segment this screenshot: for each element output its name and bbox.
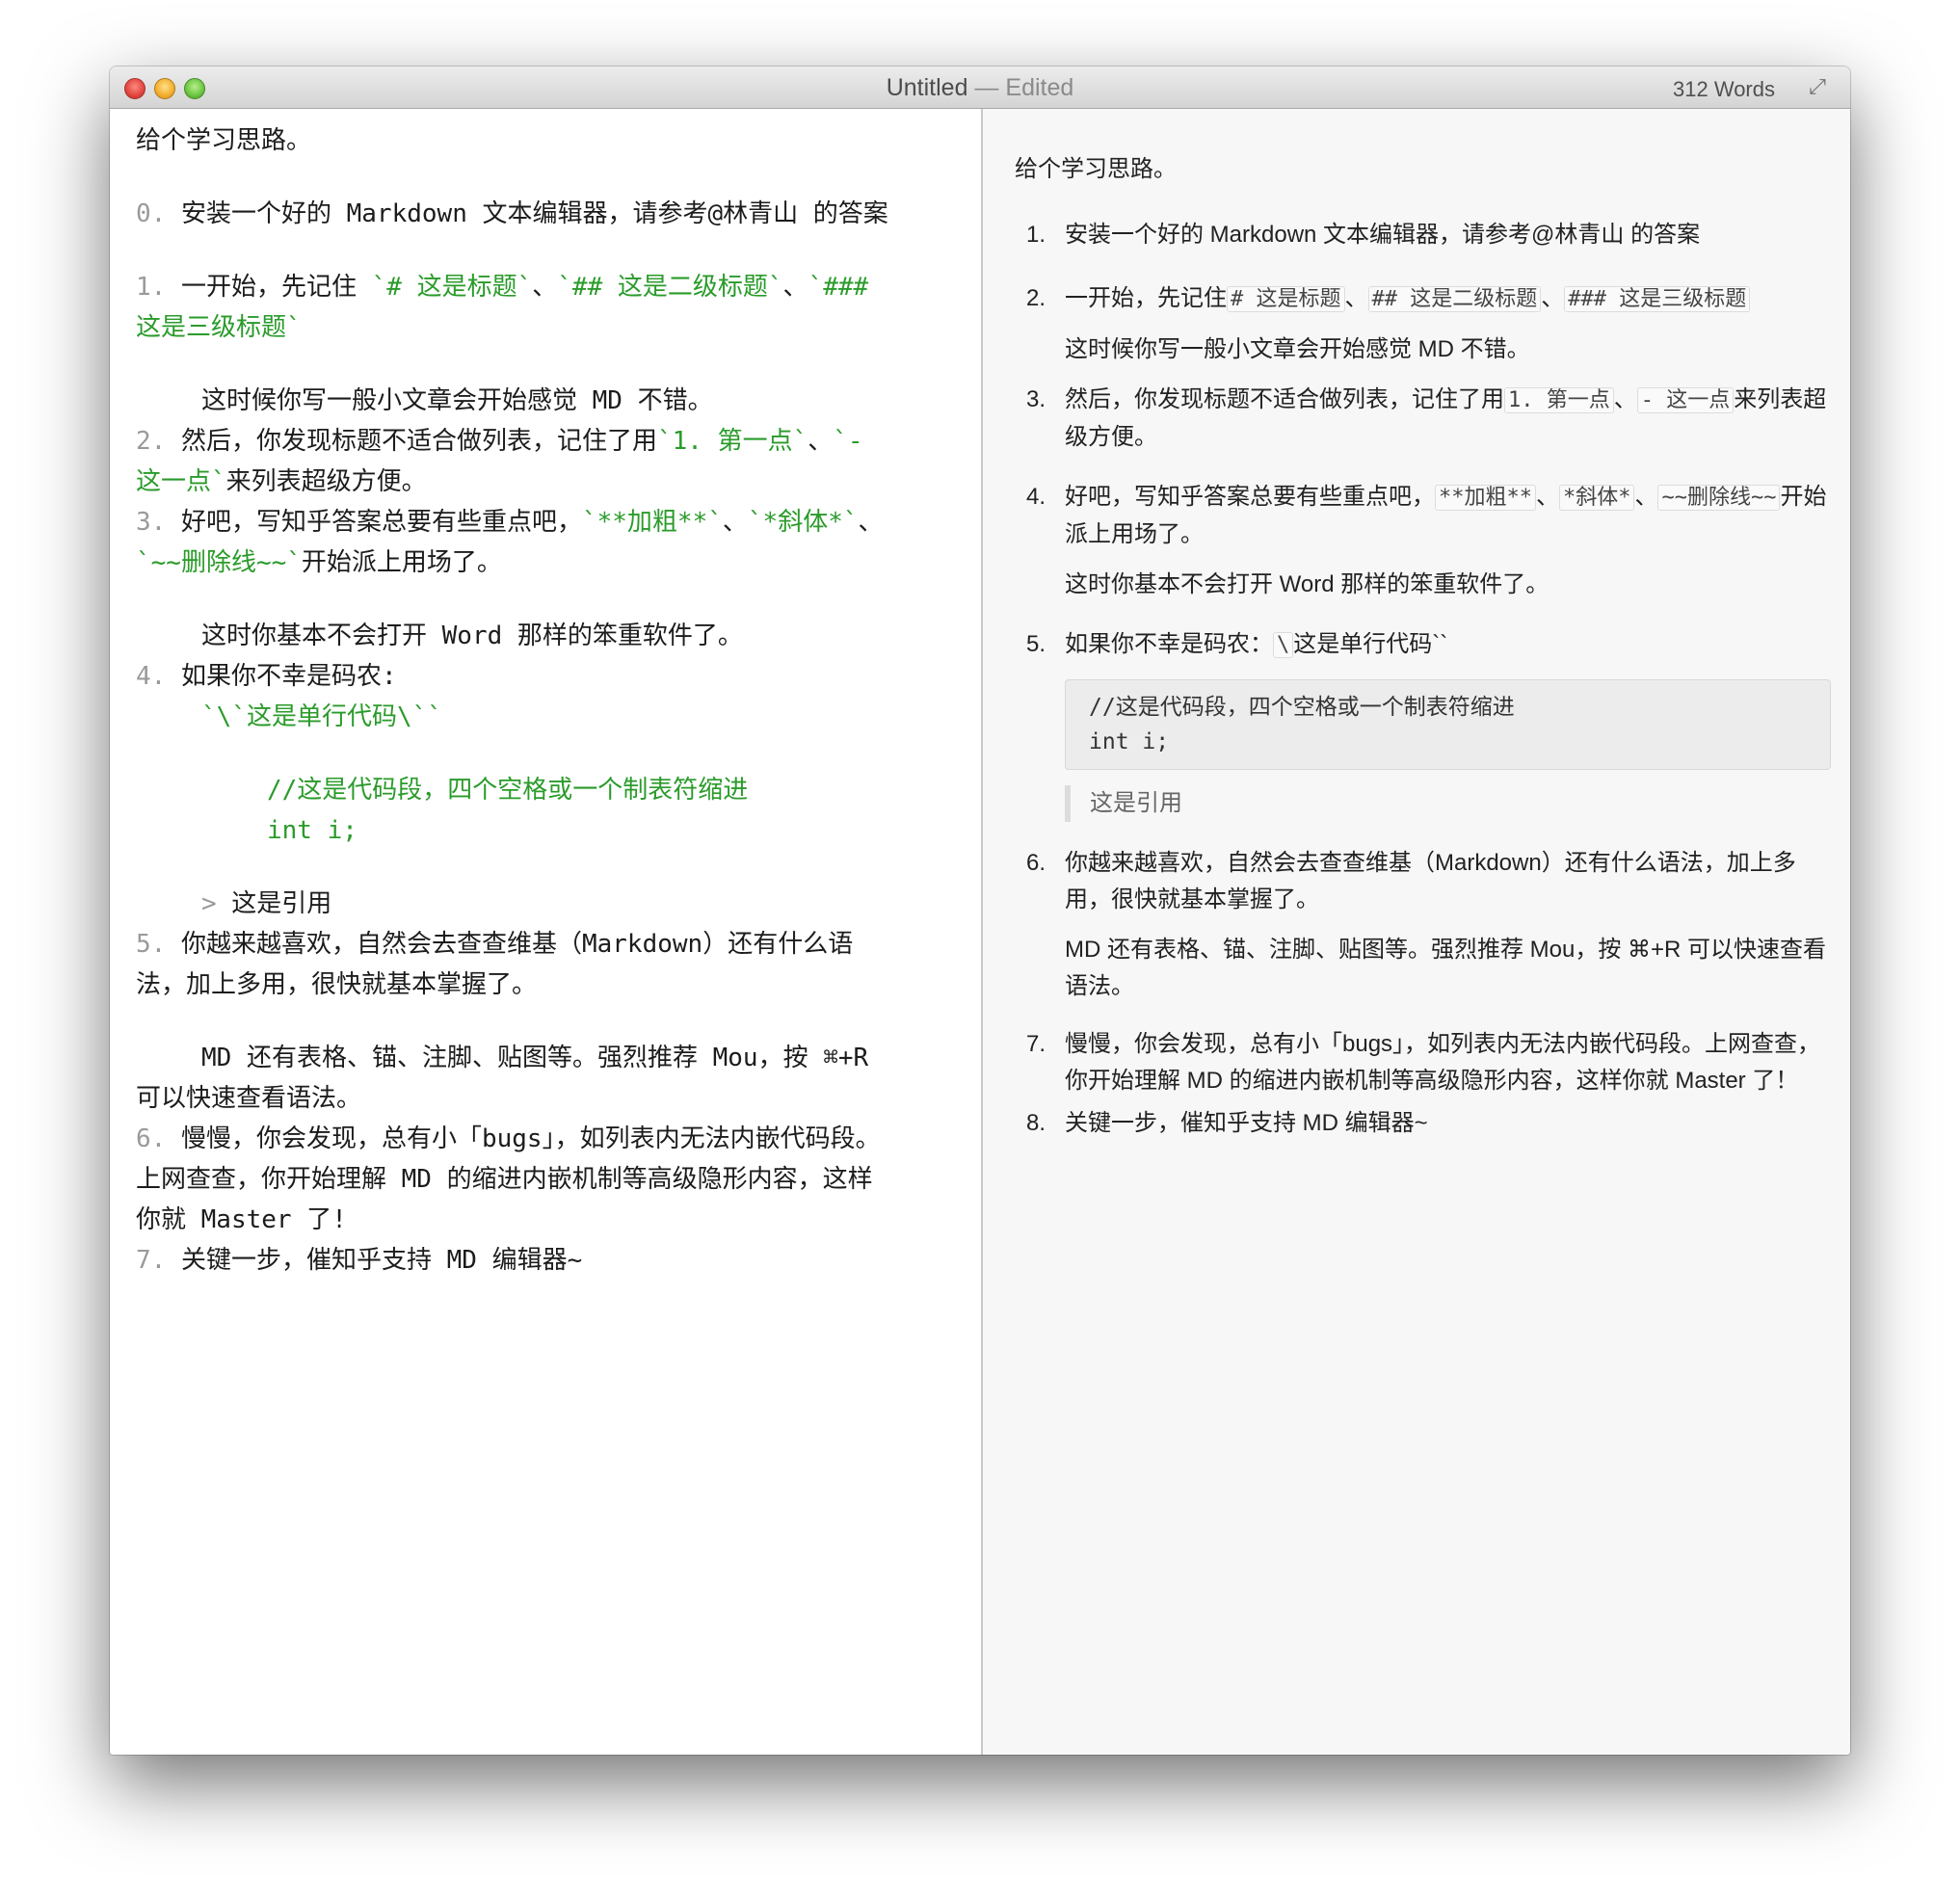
list-item: 8. 关键一步，催知乎支持 MD 编辑器~ (1026, 1110, 1428, 1136)
list-item: 7. 慢慢，你会发现，总有小「bugs」，如列表内无法内嵌代码段。上网查查，你开始… (1026, 1031, 1821, 1094)
editor-line: 这时你基本不会打开 Word 那样的笨重软件了。 (201, 621, 743, 650)
word-count: 312 Words (1673, 77, 1775, 101)
document-name: Untitled (886, 74, 968, 101)
code-block: //这是代码段，四个空格或一个制表符缩进 int i; (1065, 679, 1831, 770)
rendered-preview: 给个学习思路。 1. 安装一个好的 Markdown 文本编辑器，请参考@林青山 … (983, 109, 1850, 1755)
editor-line: 5. 你越来越喜欢，自然会去查查维基（Markdown）还有什么语 (136, 930, 854, 959)
title-separator: — (967, 74, 1006, 101)
title-bar: Untitled — Edited 312 Words ⤢ (110, 66, 1850, 109)
editor-line: 这时候你写一般小文章会开始感觉 MD 不错。 (201, 386, 713, 415)
list-paragraph: 这时你基本不会打开 Word 那样的笨重软件了。 (1065, 571, 1549, 597)
editor-line: 这一点`来列表超级方便。 (136, 467, 427, 496)
list-item: 3. 然后，你发现标题不适合做列表，记住了用 1. 第一点、 - 这一点 来列表超级方便… (1026, 386, 1827, 450)
editor-line: 4. 如果你不幸是码农: (136, 662, 397, 691)
editor-line: 你就 Master 了! (136, 1205, 347, 1234)
editor-line: 1. 一开始，先记住 `# 这是标题`、`## 这是二级标题`、`### (136, 273, 869, 302)
mou-window: Untitled — Edited 312 Words ⤢ 给个学习思路。 0.… (110, 66, 1850, 1755)
editor-line: 6. 慢慢，你会发现，总有小「bugs」，如列表内无法内嵌代码段。 (136, 1124, 881, 1153)
fullscreen-icon[interactable]: ⤢ (1804, 74, 1831, 101)
editor-line: 给个学习思路。 (136, 126, 312, 155)
editor-line: 7. 关键一步，催知乎支持 MD 编辑器~ (136, 1246, 583, 1275)
editor-line: 3. 好吧，写知乎答案总要有些重点吧，`**加粗**`、`*斜体*`、 (136, 508, 884, 537)
code-line: //这是代码段，四个空格或一个制表符缩进 (1089, 695, 1515, 720)
list-item: 6. 你越来越喜欢，自然会去查查维基（Markdown）还有什么语法，加上多用，很… (1026, 850, 1796, 912)
markdown-editor[interactable]: 给个学习思路。 0. 安装一个好的 Markdown 文本编辑器，请参考@林青山… (110, 109, 983, 1755)
list-item: 1. 安装一个好的 Markdown 文本编辑器，请参考@林青山 的答案 (1026, 222, 1701, 248)
list-item: 2. 一开始，先记住 # 这是标题、 ## 这是二级标题、 ### 这是三级标题 (1015, 280, 1831, 318)
blockquote: 这是引用 (1065, 785, 1831, 822)
code-line: int i; (1089, 729, 1170, 754)
editor-line: > 这是引用 (201, 889, 332, 918)
editor-line: 可以快速查看语法。 (136, 1084, 362, 1113)
editor-line: 上网查查，你开始理解 MD 的缩进内嵌机制等高级隐形内容，这样 (136, 1165, 873, 1194)
editor-line: `~~删除线~~`开始派上用场了。 (136, 548, 502, 577)
editor-line: 这是三级标题` (136, 313, 302, 342)
list-item: 5. 如果你不幸是码农： \ 这是单行代码`` (1026, 631, 1448, 658)
editor-line: 2. 然后，你发现标题不适合做列表，记住了用`1. 第一点`、`- (136, 427, 863, 456)
editor-line: `\`这是单行代码\`` (201, 702, 442, 731)
list-item: 4. 好吧，写知乎答案总要有些重点吧， **加粗**、 *斜体*、 ~~删除线~~ 开始派… (1026, 484, 1827, 547)
list-paragraph: MD 还有表格、锚、注脚、贴图等。强烈推荐 Mou，按 ⌘+R 可以快速查看语法… (1065, 937, 1827, 999)
preview-intro: 给个学习思路。 (1015, 156, 1177, 182)
editor-line: int i; (267, 816, 358, 845)
editor-line: 0. 安装一个好的 Markdown 文本编辑器，请参考@林青山 的答案 (136, 199, 888, 228)
edited-state: Edited (1005, 74, 1074, 101)
editor-line: 法，加上多用，很快就基本掌握了。 (136, 970, 538, 999)
list-paragraph: 这时候你写一般小文章会开始感觉 MD 不错。 (1065, 336, 1530, 362)
editor-line: MD 还有表格、锚、注脚、贴图等。强烈推荐 Mou，按 ⌘+R (201, 1044, 869, 1072)
window-title: Untitled — Edited (110, 74, 1850, 102)
editor-line: //这是代码段，四个空格或一个制表符缩进 (267, 776, 749, 805)
